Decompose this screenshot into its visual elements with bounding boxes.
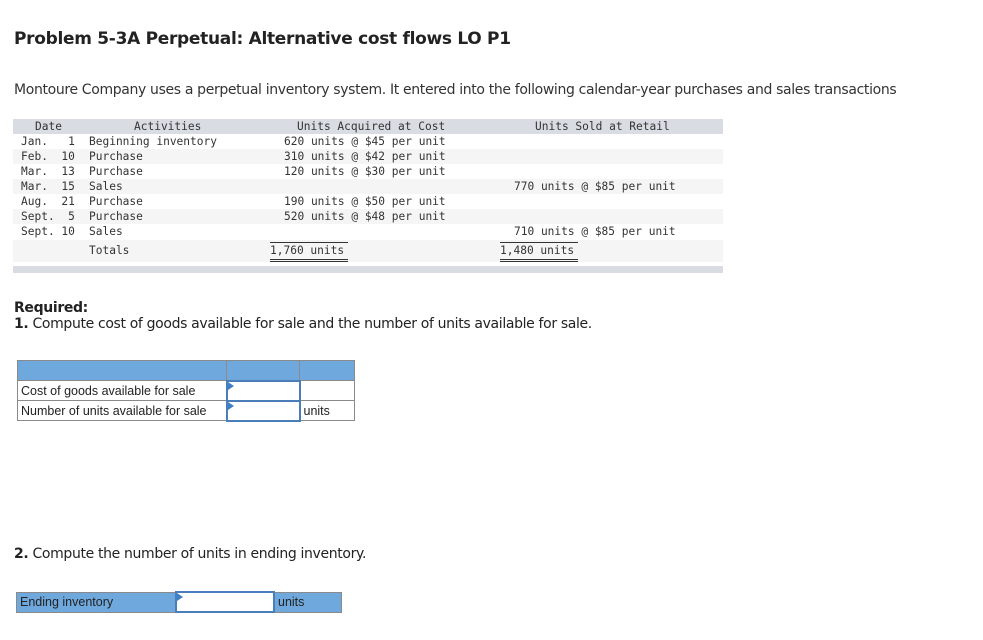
question-2-number: 2. <box>14 546 29 562</box>
row-date: Jan. 1 <box>21 135 75 148</box>
totals-sold: 1,480 units <box>500 242 578 262</box>
totals-acquired: 1,760 units <box>270 242 348 262</box>
row-label: Cost of goods available for sale <box>17 380 227 401</box>
transactions-table: Date Activities Units Acquired at Cost U… <box>13 119 723 273</box>
required-section: Required: 1. Compute cost of goods avail… <box>14 300 592 332</box>
row-sold: 770 units @ $85 per unit <box>514 180 676 193</box>
ending-inventory-input-cell[interactable] <box>175 591 275 613</box>
ending-inventory-input[interactable] <box>177 593 273 611</box>
table-row: Aug. 21 Purchase 190 units @ $50 per uni… <box>13 194 723 209</box>
q1-row-cost-of-goods: Cost of goods available for sale <box>17 379 355 402</box>
row-activity: Sales <box>89 225 123 238</box>
question-2-text: Compute the number of units in ending in… <box>28 546 367 562</box>
row-activity: Purchase <box>89 165 143 178</box>
totals-label: Totals <box>89 244 130 257</box>
input-flag-icon <box>177 593 183 601</box>
row-date: Mar. 13 <box>21 165 75 178</box>
cost-of-goods-input-cell[interactable] <box>225 379 301 402</box>
header-date: Date <box>35 120 62 133</box>
input-flag-icon <box>227 381 234 390</box>
row-activity: Beginning inventory <box>89 135 217 148</box>
q1-row-units-available: Number of units available for sale units <box>17 399 355 422</box>
row-acquired: 190 units @ $50 per unit <box>284 195 446 208</box>
cost-of-goods-input[interactable] <box>227 381 299 400</box>
table-footer-bar <box>13 266 723 273</box>
row-label: Number of units available for sale <box>17 400 227 421</box>
row-acquired: 120 units @ $30 per unit <box>284 165 446 178</box>
header-activities: Activities <box>134 120 202 133</box>
problem-title: Problem 5-3A Perpetual: Alternative cost… <box>14 29 511 49</box>
row-date: Mar. 15 <box>21 180 75 193</box>
q2-answer-table: Ending inventory units <box>16 591 342 613</box>
header-sold: Units Sold at Retail <box>535 120 670 133</box>
row-date: Aug. 21 <box>21 195 75 208</box>
question-2: 2. Compute the number of units in ending… <box>14 546 366 562</box>
q2-row-ending-inventory: Ending inventory units <box>16 591 342 613</box>
row-sold: 710 units @ $85 per unit <box>514 225 676 238</box>
q1-answer-table: Cost of goods available for sale Number … <box>17 360 355 422</box>
question-1-number: 1. <box>14 316 29 332</box>
header-acquired: Units Acquired at Cost <box>297 120 446 133</box>
row-activity: Purchase <box>89 210 143 223</box>
table-row: Sept. 10 Sales 710 units @ $85 per unit <box>13 224 723 240</box>
row-acquired: 520 units @ $48 per unit <box>284 210 446 223</box>
row-acquired: 620 units @ $45 per unit <box>284 135 446 148</box>
required-heading: Required: <box>14 300 88 316</box>
row-date: Sept. 5 <box>21 210 75 223</box>
row-unit <box>299 380 355 401</box>
question-1-text: Compute cost of goods available for sale… <box>28 316 592 332</box>
row-activity: Purchase <box>89 150 143 163</box>
row-activity: Purchase <box>89 195 143 208</box>
q1-header-row <box>17 360 355 381</box>
table-row: Feb. 10 Purchase 310 units @ $42 per uni… <box>13 149 723 164</box>
row-label: Ending inventory <box>16 591 177 613</box>
table-row: Jan. 1 Beginning inventory 620 units @ $… <box>13 134 723 149</box>
row-acquired: 310 units @ $42 per unit <box>284 150 446 163</box>
table-header: Date Activities Units Acquired at Cost U… <box>13 119 723 134</box>
row-unit: units <box>299 400 355 421</box>
question-1: 1. Compute cost of goods available for s… <box>14 316 592 332</box>
units-available-input-cell[interactable] <box>225 399 301 422</box>
row-unit: units <box>273 591 342 613</box>
input-flag-icon <box>227 401 234 410</box>
units-available-input[interactable] <box>227 401 299 420</box>
row-date: Feb. 10 <box>21 150 75 163</box>
totals-row: Totals 1,760 units 1,480 units <box>13 240 723 262</box>
problem-intro: Montoure Company uses a perpetual invent… <box>14 82 897 98</box>
table-row: Mar. 15 Sales 770 units @ $85 per unit <box>13 179 723 194</box>
table-row: Mar. 13 Purchase 120 units @ $30 per uni… <box>13 164 723 179</box>
row-activity: Sales <box>89 180 123 193</box>
table-row: Sept. 5 Purchase 520 units @ $48 per uni… <box>13 209 723 224</box>
row-date: Sept. 10 <box>21 225 75 238</box>
